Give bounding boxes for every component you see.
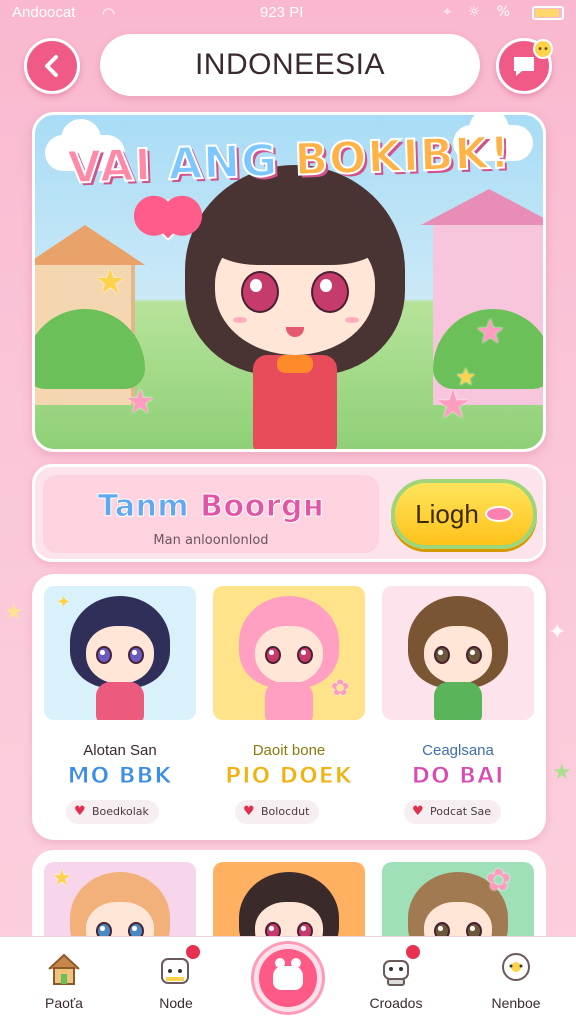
like-chip[interactable]: ♥ Bolocdut [235, 800, 320, 824]
promo-panel: Tanm Boorgн Man anloonlonlod [43, 475, 379, 553]
carrier-label: Andoocat [12, 4, 76, 21]
messages-button[interactable]: •• [496, 38, 553, 94]
notification-badge [404, 943, 422, 961]
status-bar: Andoocat ◠ 923 PI ⌖ ☼ % [0, 0, 576, 28]
character-card[interactable]: Ceaglsana DO BAI ♥ Podcat Sae [382, 586, 534, 824]
like-label: Bolocdut [261, 805, 310, 818]
character-tag: MO BBK [67, 764, 173, 790]
character-tag: DO BAI [411, 764, 505, 790]
nav-label: Nenboe [491, 995, 541, 1011]
status-icons: ⌖ ☼ % [443, 4, 516, 20]
login-button[interactable]: Liogh [391, 479, 537, 549]
hero-character [185, 155, 405, 449]
star-icon: ★ [435, 382, 471, 428]
flower-icon [496, 949, 536, 989]
promo-title-b: Boorgн [200, 489, 325, 525]
character-name: Daoit bone [252, 742, 326, 759]
like-chip[interactable]: ♥ Podcat Sae [404, 800, 502, 824]
character-image: ✿ [213, 586, 365, 720]
hero-title-part: ANG [166, 134, 280, 191]
nav-label: Node [159, 995, 193, 1011]
nav-item-nenboe[interactable]: Nenboe [466, 949, 566, 1011]
promo-title: Tanm Boorgн [43, 489, 379, 525]
promo-banner: Tanm Boorgн Man anloonlonlod Liogh [32, 464, 546, 562]
character-name: Alotan San [83, 742, 157, 759]
back-button[interactable] [24, 38, 80, 94]
star-icon: ★ [95, 262, 126, 302]
character-name: Ceaglsana [422, 742, 494, 759]
sparkle-icon: ✦ [548, 620, 567, 645]
character-card[interactable]: ✦ Alotan San MO BBK ♥ Boedkolak [44, 586, 196, 824]
nav-item-home[interactable]: Paoťa [14, 949, 114, 1011]
promo-title-a: Tanm [97, 489, 190, 525]
hero-title-part: VAI [66, 139, 154, 195]
hero-title-part: BOKIBK! [293, 126, 513, 187]
nav-label: Paoťa [45, 995, 83, 1011]
chevron-left-icon [45, 55, 58, 77]
sparkle-icon: ★ [4, 600, 24, 625]
house-icon [44, 949, 84, 989]
login-label: Liogh [415, 498, 479, 529]
heart-icon: ♥ [412, 804, 424, 819]
like-label: Boedkolak [92, 805, 149, 818]
sparkle-icon: ★ [552, 760, 572, 785]
star-icon: ★ [125, 382, 156, 422]
character-card[interactable]: ✿ Daoit bone PIO DOEK ♥ Bolocdut [213, 586, 365, 824]
cat-icon [156, 943, 202, 989]
nav-label: Croados [369, 995, 423, 1011]
star-icon: ★ [475, 312, 506, 352]
character-grid: ✦ Alotan San MO BBK ♥ Boedkolak ✿ Daoit b… [32, 574, 546, 840]
heart-icon [146, 198, 190, 242]
status-time: 923 PI [260, 4, 304, 21]
like-chip[interactable]: ♥ Boedkolak [66, 800, 159, 824]
chat-bubble-icon [514, 57, 534, 76]
nav-item-node[interactable]: Node [126, 943, 226, 1011]
page-title: INDONEESIA [100, 34, 480, 96]
lips-icon [484, 506, 513, 522]
character-tag: PIO DOEK [225, 764, 353, 790]
character-image: ✦ [44, 586, 196, 720]
notification-badge [184, 943, 202, 961]
like-label: Podcat Sae [430, 805, 492, 818]
character-image [382, 586, 534, 720]
heart-icon: ♥ [74, 804, 86, 819]
paw-icon [273, 958, 303, 990]
hero-banner[interactable]: ★ ★ ★ ★ ★ VAI ANG BOKIBK! [32, 112, 546, 452]
notification-dot: •• [533, 39, 553, 59]
battery-icon [532, 6, 564, 20]
robot-icon [376, 943, 422, 989]
nav-item-croados[interactable]: Croados [346, 943, 446, 1011]
promo-subtitle: Man anloonlonlod [153, 533, 269, 548]
wifi-icon: ◠ [102, 4, 116, 22]
center-action-button[interactable] [254, 944, 322, 1012]
heart-icon: ♥ [243, 804, 255, 819]
